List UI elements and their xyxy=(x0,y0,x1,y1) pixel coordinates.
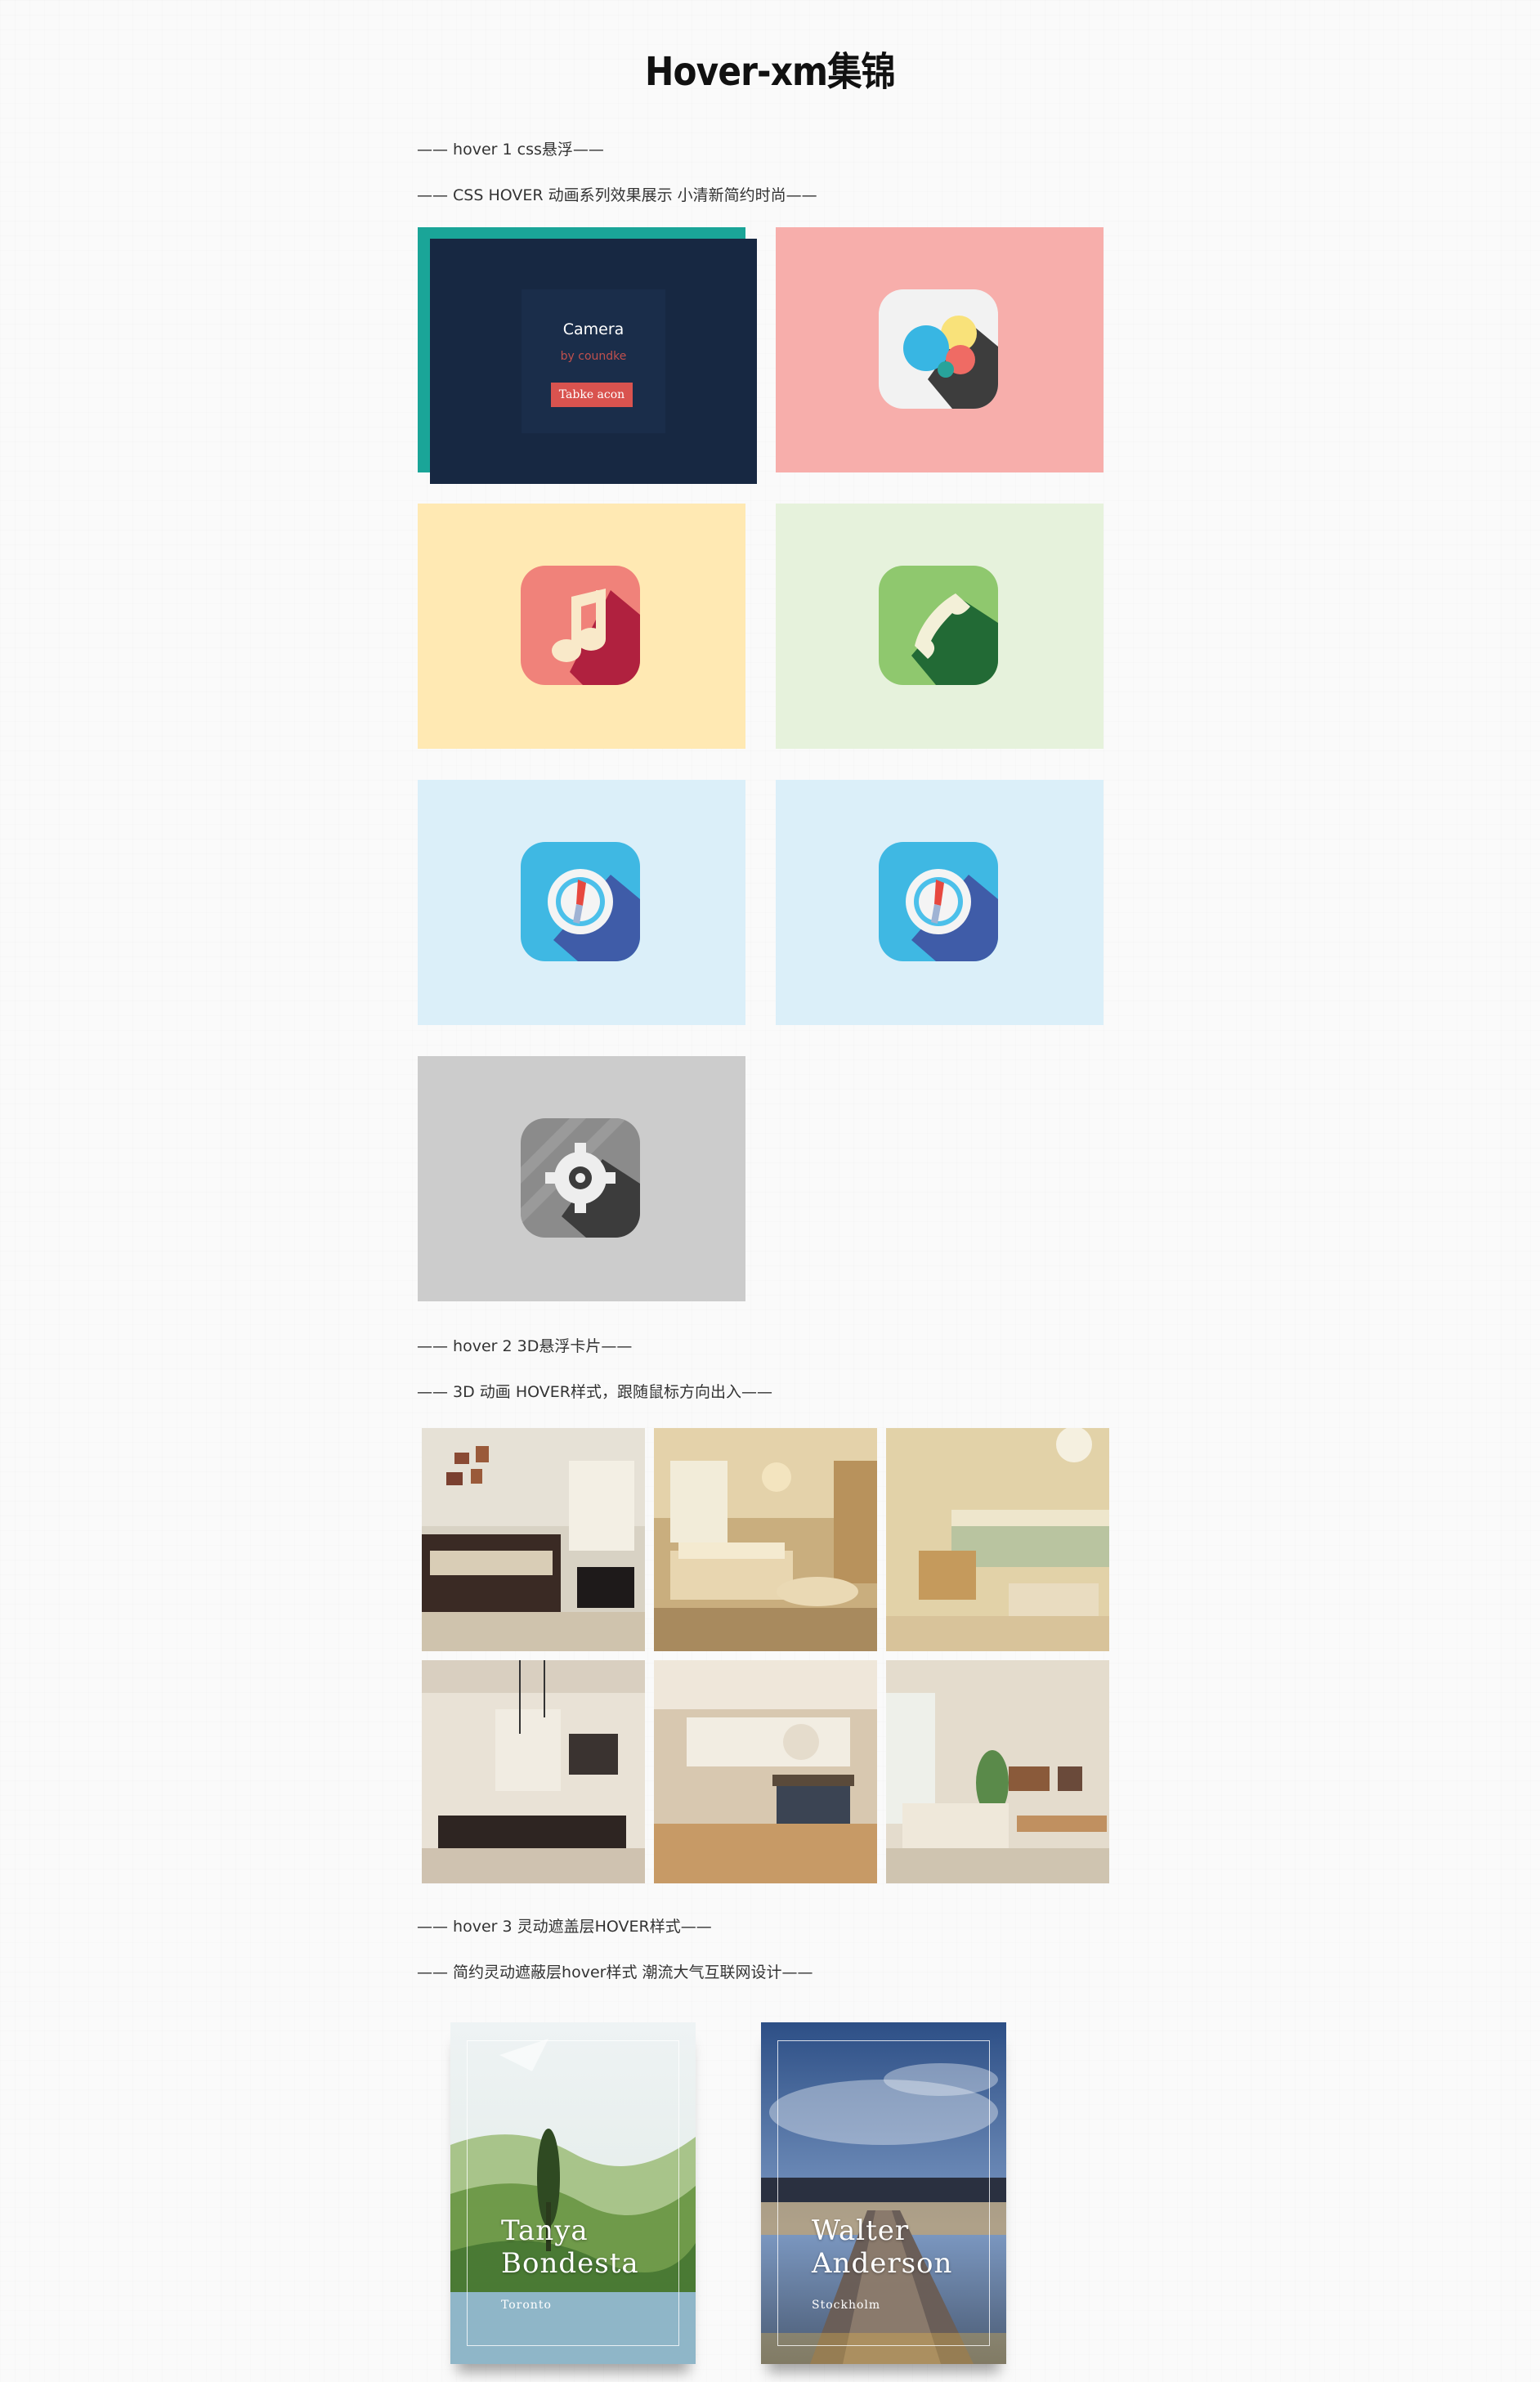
section2-heading: —— hover 2 3D悬浮卡片—— xyxy=(417,1337,633,1355)
bubbles-tile[interactable] xyxy=(776,227,1104,472)
card-name-line1: Tanya xyxy=(501,2214,589,2247)
photo-living-room-2[interactable] xyxy=(886,1428,1109,1651)
card-name: Walter Anderson xyxy=(812,2214,952,2280)
phone-icon xyxy=(879,566,998,685)
section1-heading: —— hover 1 css悬浮—— xyxy=(417,141,604,159)
card-frame xyxy=(777,2040,990,2346)
card-frame xyxy=(467,2040,679,2346)
take-action-button[interactable]: Tabke acon xyxy=(551,383,633,407)
card-name-line2: Bondesta xyxy=(501,2247,639,2280)
phone-tile[interactable] xyxy=(776,504,1104,749)
camera-tile[interactable]: Camera by coundke Tabke acon xyxy=(430,239,757,484)
card-city: Toronto xyxy=(501,2299,552,2312)
bubbles-icon xyxy=(879,289,998,409)
music-tile[interactable] xyxy=(418,504,745,749)
compass-icon xyxy=(879,842,998,961)
photo-kitchen[interactable] xyxy=(654,1660,877,1883)
card-name-line2: Anderson xyxy=(812,2247,953,2280)
card-name-line1: Walter xyxy=(812,2214,910,2247)
photo-dining-room[interactable] xyxy=(422,1660,645,1883)
profile-card-tanya[interactable]: Tanya Bondesta Toronto xyxy=(450,2022,696,2364)
section1-subheading: —— CSS HOVER 动画系列效果展示 小清新简约时尚—— xyxy=(417,186,817,204)
photo-bedroom[interactable] xyxy=(654,1428,877,1651)
section2-subheading: —— 3D 动画 HOVER样式，跟随鼠标方向出入—— xyxy=(417,1383,772,1401)
section3-heading: —— hover 3 灵动遮盖层HOVER样式—— xyxy=(417,1918,712,1936)
photo-living-room-3[interactable] xyxy=(886,1660,1109,1883)
compass-tile-2[interactable] xyxy=(776,780,1104,1025)
camera-byline: by coundke xyxy=(560,350,627,363)
card-city: Stockholm xyxy=(812,2299,881,2312)
section3-subheading: —— 简约灵动遮蔽层hover样式 潮流大气互联网设计—— xyxy=(417,1963,813,1981)
music-note-icon xyxy=(521,566,640,685)
compass-icon xyxy=(521,842,640,961)
page-title: Hover-xm集锦 xyxy=(645,49,896,95)
settings-tile[interactable] xyxy=(418,1056,745,1301)
gear-icon xyxy=(521,1118,640,1238)
profile-card-walter[interactable]: Walter Anderson Stockholm xyxy=(761,2022,1006,2364)
camera-title: Camera xyxy=(562,320,625,338)
card-name: Tanya Bondesta xyxy=(501,2214,639,2280)
photo-living-room-1[interactable] xyxy=(422,1428,645,1651)
compass-tile-1[interactable] xyxy=(418,780,745,1025)
